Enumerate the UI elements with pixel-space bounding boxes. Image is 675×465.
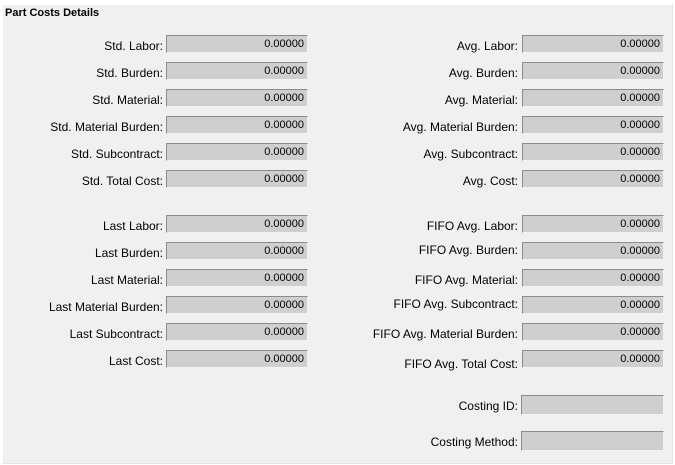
last-cost-field[interactable]: 0.00000 xyxy=(166,350,308,368)
avg-cost-field[interactable]: 0.00000 xyxy=(522,170,664,188)
costing-method-field[interactable] xyxy=(521,431,664,451)
last-burden-label: Last Burden: xyxy=(94,246,163,260)
last-subcontract-label: Last Subcontract: xyxy=(69,327,163,341)
avg-subcontract-label: Avg. Subcontract: xyxy=(423,147,519,161)
avg-material-burden-field[interactable]: 0.00000 xyxy=(522,116,664,134)
fifo-avg-total-cost-label: FIFO Avg. Total Cost: xyxy=(404,357,518,371)
std-subcontract-label: Std. Subcontract: xyxy=(70,147,163,161)
std-burden-field[interactable]: 0.00000 xyxy=(166,62,308,80)
fifo-avg-material-burden-label: FIFO Avg. Material Burden: xyxy=(372,327,518,341)
last-burden-field[interactable]: 0.00000 xyxy=(166,242,308,260)
fifo-avg-total-cost-field[interactable]: 0.00000 xyxy=(522,350,664,368)
avg-cost-label: Avg. Cost: xyxy=(462,174,518,188)
std-labor-label: Std. Labor: xyxy=(104,39,163,53)
std-material-burden-label: Std. Material Burden: xyxy=(50,120,163,134)
avg-burden-field[interactable]: 0.00000 xyxy=(522,62,664,80)
avg-material-burden-label: Avg. Material Burden: xyxy=(402,120,518,134)
fifo-avg-burden-label: FIFO Avg. Burden: xyxy=(418,243,518,257)
avg-subcontract-field[interactable]: 0.00000 xyxy=(522,143,664,161)
costing-id-label: Costing ID: xyxy=(458,399,518,413)
std-material-field[interactable]: 0.00000 xyxy=(166,89,308,107)
last-material-field[interactable]: 0.00000 xyxy=(166,269,308,287)
std-total-cost-label: Std. Total Cost: xyxy=(81,174,163,188)
costing-method-label: Costing Method: xyxy=(430,435,518,449)
fifo-avg-labor-label: FIFO Avg. Labor: xyxy=(426,219,518,233)
avg-labor-field[interactable]: 0.00000 xyxy=(522,35,664,53)
avg-burden-label: Avg. Burden: xyxy=(448,66,518,80)
fifo-avg-subcontract-label: FIFO Avg. Subcontract: xyxy=(393,297,519,311)
last-labor-field[interactable]: 0.00000 xyxy=(166,215,308,233)
fifo-avg-labor-field[interactable]: 0.00000 xyxy=(522,215,664,233)
last-material-label: Last Material: xyxy=(90,273,163,287)
costing-id-field[interactable] xyxy=(521,395,664,415)
fifo-avg-material-label: FIFO Avg. Material: xyxy=(414,273,518,287)
std-subcontract-field[interactable]: 0.00000 xyxy=(166,143,308,161)
avg-material-label: Avg. Material: xyxy=(444,93,518,107)
std-total-cost-field[interactable]: 0.00000 xyxy=(166,170,308,188)
std-material-label: Std. Material: xyxy=(92,93,163,107)
avg-material-field[interactable]: 0.00000 xyxy=(522,89,664,107)
std-labor-field[interactable]: 0.00000 xyxy=(166,35,308,53)
std-material-burden-field[interactable]: 0.00000 xyxy=(166,116,308,134)
fifo-avg-material-field[interactable]: 0.00000 xyxy=(522,269,664,287)
last-material-burden-field[interactable]: 0.00000 xyxy=(166,296,308,314)
avg-labor-label: Avg. Labor: xyxy=(456,39,518,53)
last-material-burden-label: Last Material Burden: xyxy=(48,300,163,314)
panel-title: Part Costs Details xyxy=(5,7,100,19)
last-subcontract-field[interactable]: 0.00000 xyxy=(166,323,308,341)
last-labor-label: Last Labor: xyxy=(102,219,163,233)
fifo-avg-material-burden-field[interactable]: 0.00000 xyxy=(522,323,664,341)
std-burden-label: Std. Burden: xyxy=(96,66,163,80)
last-cost-label: Last Cost: xyxy=(108,354,163,368)
fifo-avg-burden-field[interactable]: 0.00000 xyxy=(522,242,664,260)
fifo-avg-subcontract-field[interactable]: 0.00000 xyxy=(522,296,664,314)
